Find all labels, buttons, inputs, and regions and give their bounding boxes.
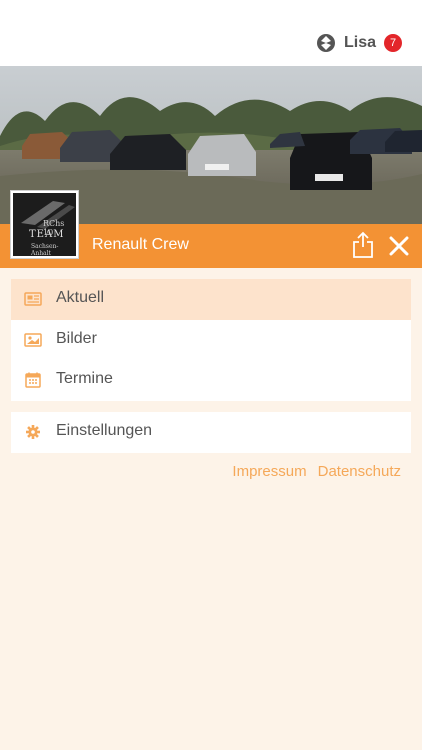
menu-label-aktuell: Aktuell bbox=[56, 289, 105, 306]
menu-item-einstellungen[interactable]: Einstellungen bbox=[11, 412, 411, 453]
notification-badge: 7 bbox=[384, 34, 402, 52]
newspaper-icon bbox=[24, 292, 42, 306]
image-icon bbox=[24, 332, 42, 347]
logo-text-team: TEAM bbox=[29, 229, 65, 240]
user-name: Lisa bbox=[343, 34, 376, 51]
group-logo: RChs 10 TEAM Sachsen- Anhalt bbox=[10, 190, 79, 259]
menu-label-bilder: Bilder bbox=[56, 329, 97, 347]
share-icon[interactable] bbox=[350, 231, 376, 259]
menu-item-aktuell[interactable]: Aktuell bbox=[11, 279, 411, 320]
app-logo-icon bbox=[316, 34, 335, 52]
group-title: Renault Crew bbox=[92, 236, 189, 253]
calendar-icon bbox=[25, 372, 41, 388]
navigation-menu: Aktuell Bilder Termine bbox=[11, 279, 411, 401]
menu-label-einstellungen: Einstellungen bbox=[56, 422, 153, 439]
top-bar: Lisa 7 bbox=[0, 0, 422, 66]
close-icon[interactable] bbox=[386, 233, 412, 259]
settings-menu: Einstellungen bbox=[11, 412, 411, 453]
user-menu[interactable]: Lisa 7 bbox=[316, 33, 402, 53]
footer-links: Impressum Datenschutz bbox=[221, 463, 401, 480]
menu-label-termine: Termine bbox=[56, 370, 113, 387]
logo-text-region: Sachsen- Anhalt bbox=[31, 243, 59, 256]
impressum-link[interactable]: Impressum bbox=[232, 463, 306, 480]
menu-item-termine[interactable]: Termine bbox=[11, 360, 411, 401]
gear-icon bbox=[26, 425, 40, 439]
datenschutz-link[interactable]: Datenschutz bbox=[318, 463, 401, 480]
menu-item-bilder[interactable]: Bilder bbox=[11, 320, 411, 361]
